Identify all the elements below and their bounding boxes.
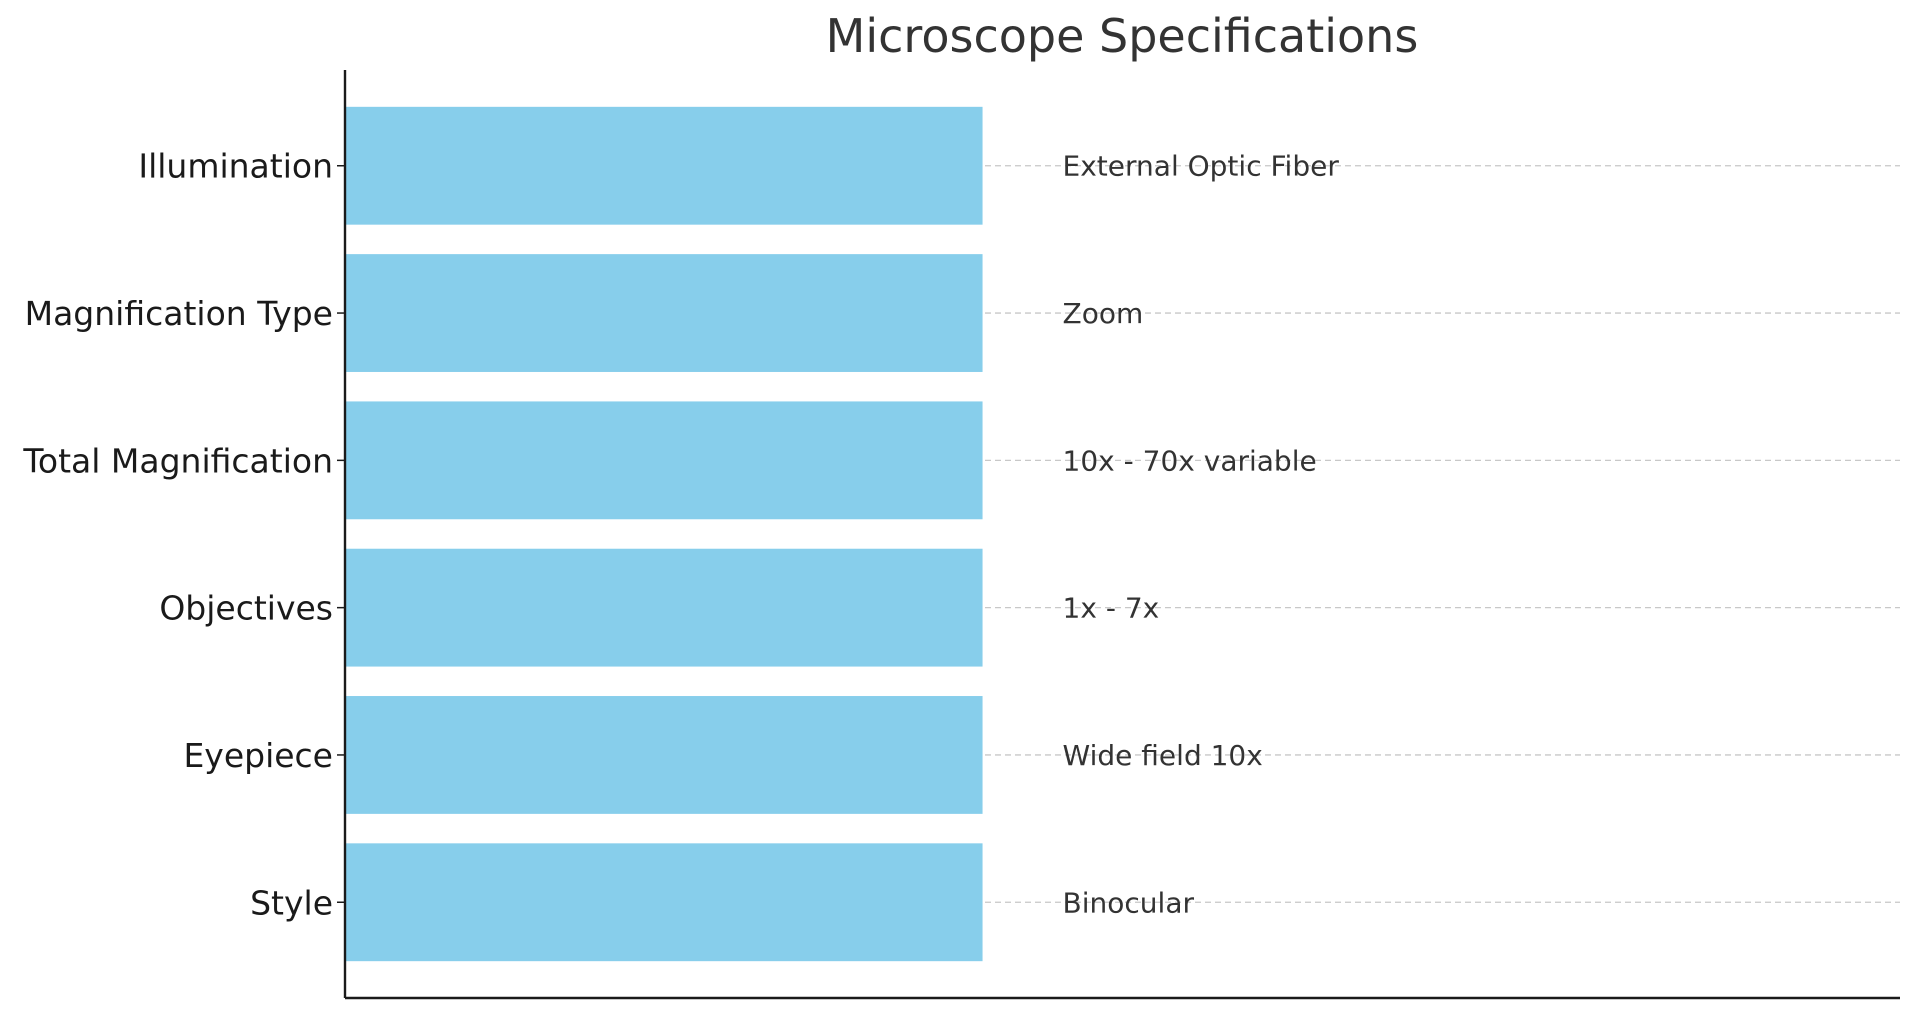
- category-label-1: Eyepiece: [183, 736, 333, 775]
- value-label-1: Wide field 10x: [1063, 739, 1263, 772]
- bar-1: [345, 696, 983, 814]
- bar-5: [345, 106, 983, 225]
- value-label-2: 1x - 7x: [1063, 592, 1160, 625]
- category-label-5: Illumination: [138, 147, 333, 186]
- bar-chart: Microscope Specifications Style Eyepiece O…: [22, 9, 1900, 1000]
- value-label-3: 10x - 70x variable: [1063, 444, 1317, 477]
- value-label-4: Zoom: [1063, 297, 1144, 330]
- category-label-2: Objectives: [159, 589, 333, 628]
- chart-root: Microscope Specifications Style Eyepiece O…: [0, 0, 1912, 1014]
- chart-title: Microscope Specifications: [826, 9, 1419, 63]
- value-label-5: External Optic Fiber: [1063, 150, 1340, 183]
- bars: [345, 106, 983, 962]
- bar-3: [345, 401, 983, 520]
- category-labels: Style Eyepiece Objectives Total Magnificati…: [22, 147, 333, 923]
- bar-0: [345, 843, 983, 962]
- value-labels: Binocular Wide field 10x 1x - 7x 10x - 70x …: [1063, 150, 1340, 920]
- bar-2: [345, 548, 983, 667]
- value-label-0: Binocular: [1063, 886, 1195, 919]
- category-label-0: Style: [250, 883, 333, 922]
- category-label-4: Magnification Type: [25, 294, 333, 333]
- bar-4: [345, 254, 983, 372]
- category-label-3: Total Magnification: [22, 441, 333, 480]
